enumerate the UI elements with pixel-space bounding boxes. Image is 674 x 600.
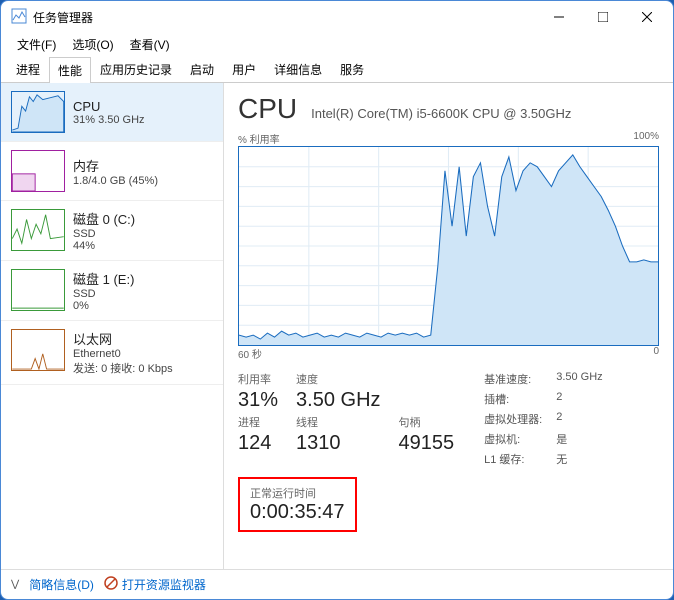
proc-label: 进程 [238, 414, 278, 430]
task-manager-window: 任务管理器 文件(F) 选项(O) 查看(V) 进程 性能 应用历史记录 启动 … [0, 0, 674, 600]
disk1-thumb-icon [11, 269, 65, 311]
footer: ⋁ 简略信息(D) 打开资源监视器 [1, 569, 673, 599]
titlebar: 任务管理器 [1, 1, 673, 33]
uptime-value: 0:00:35:47 [250, 501, 345, 524]
sidebar-item-cpu[interactable]: CPU 31% 3.50 GHz [1, 83, 223, 142]
chart-top-left: % 利用率 [238, 131, 280, 146]
disk0-thumb-icon [11, 209, 65, 251]
handle-value: 49155 [399, 432, 455, 455]
sidebar-disk0-sub: SSD [73, 228, 135, 240]
chart-bottom-left: 60 秒 [238, 346, 262, 361]
uptime-label: 正常运行时间 [250, 485, 345, 501]
sidebar-item-memory[interactable]: 内存 1.8/4.0 GB (45%) [1, 142, 223, 201]
menu-options[interactable]: 选项(O) [64, 34, 121, 55]
sidebar-disk1-title: 磁盘 1 (E:) [73, 269, 134, 288]
tab-app-history[interactable]: 应用历史记录 [91, 56, 181, 82]
content: CPU 31% 3.50 GHz 内存 1.8/4.0 GB (45%) 磁 [1, 83, 673, 569]
sidebar-disk0-title: 磁盘 0 (C:) [73, 209, 135, 228]
sidebar-cpu-sub: 31% 3.50 GHz [73, 114, 145, 126]
main-title: CPU [238, 93, 297, 125]
chart-bottom-right: 0 [653, 346, 659, 361]
thread-label: 线程 [296, 414, 380, 430]
speed-value: 3.50 GHz [296, 389, 380, 412]
close-button[interactable] [625, 1, 669, 33]
app-icon [11, 8, 27, 27]
vm-value: 是 [556, 431, 602, 447]
speed-label: 速度 [296, 371, 380, 387]
socket-value: 2 [556, 391, 602, 407]
cpu-thumb-icon [11, 91, 65, 133]
l1-label: L1 缓存: [484, 451, 542, 467]
menu-file[interactable]: 文件(F) [9, 34, 64, 55]
sidebar-item-ethernet[interactable]: 以太网 Ethernet0 发送: 0 接收: 0 Kbps [1, 321, 223, 385]
uptime-box: 正常运行时间 0:00:35:47 [238, 477, 357, 532]
handle-label: 句柄 [399, 414, 455, 430]
brief-info-link[interactable]: 简略信息(D) [29, 576, 94, 593]
sidebar-cpu-title: CPU [73, 99, 145, 114]
cpu-model: Intel(R) Core(TM) i5-6600K CPU @ 3.50GHz [311, 106, 571, 121]
minimize-button[interactable] [537, 1, 581, 33]
thread-value: 1310 [296, 432, 380, 455]
collapse-icon[interactable]: ⋁ [11, 579, 19, 590]
tab-processes[interactable]: 进程 [7, 56, 49, 82]
tab-startup[interactable]: 启动 [181, 56, 223, 82]
base-speed-value: 3.50 GHz [556, 371, 602, 387]
resmon-label: 打开资源监视器 [122, 576, 206, 593]
tab-performance[interactable]: 性能 [49, 57, 91, 83]
sidebar-eth-title: 以太网 [73, 329, 173, 348]
sidebar-disk1-sub: SSD [73, 288, 134, 300]
socket-label: 插槽: [484, 391, 542, 407]
tabbar: 进程 性能 应用历史记录 启动 用户 详细信息 服务 [1, 55, 673, 83]
sidebar-disk0-sub2: 44% [73, 240, 135, 252]
sidebar-eth-sub2: 发送: 0 接收: 0 Kbps [73, 360, 173, 376]
tab-services[interactable]: 服务 [331, 56, 373, 82]
util-value: 31% [238, 389, 278, 412]
sidebar-eth-sub: Ethernet0 [73, 348, 173, 360]
maximize-button[interactable] [581, 1, 625, 33]
menubar: 文件(F) 选项(O) 查看(V) [1, 33, 673, 55]
resmon-icon [104, 576, 118, 593]
vm-label: 虚拟机: [484, 431, 542, 447]
tab-users[interactable]: 用户 [223, 56, 265, 82]
menu-view[interactable]: 查看(V) [122, 34, 178, 55]
chart-top-right: 100% [633, 131, 659, 146]
sidebar-item-disk0[interactable]: 磁盘 0 (C:) SSD 44% [1, 201, 223, 261]
tab-details[interactable]: 详细信息 [265, 56, 331, 82]
sidebar-memory-title: 内存 [73, 156, 158, 175]
ethernet-thumb-icon [11, 329, 65, 371]
l1-value: 无 [556, 451, 602, 467]
sidebar-disk1-sub2: 0% [73, 300, 134, 312]
vproc-value: 2 [556, 411, 602, 427]
cpu-chart[interactable] [238, 146, 659, 346]
sidebar: CPU 31% 3.50 GHz 内存 1.8/4.0 GB (45%) 磁 [1, 83, 224, 569]
sidebar-item-disk1[interactable]: 磁盘 1 (E:) SSD 0% [1, 261, 223, 321]
sidebar-memory-sub: 1.8/4.0 GB (45%) [73, 175, 158, 187]
base-speed-label: 基准速度: [484, 371, 542, 387]
vproc-label: 虚拟处理器: [484, 411, 542, 427]
memory-thumb-icon [11, 150, 65, 192]
open-resmon-link[interactable]: 打开资源监视器 [104, 576, 206, 593]
util-label: 利用率 [238, 371, 278, 387]
window-title: 任务管理器 [33, 9, 93, 26]
main-panel: CPU Intel(R) Core(TM) i5-6600K CPU @ 3.5… [224, 83, 673, 569]
proc-value: 124 [238, 432, 278, 455]
